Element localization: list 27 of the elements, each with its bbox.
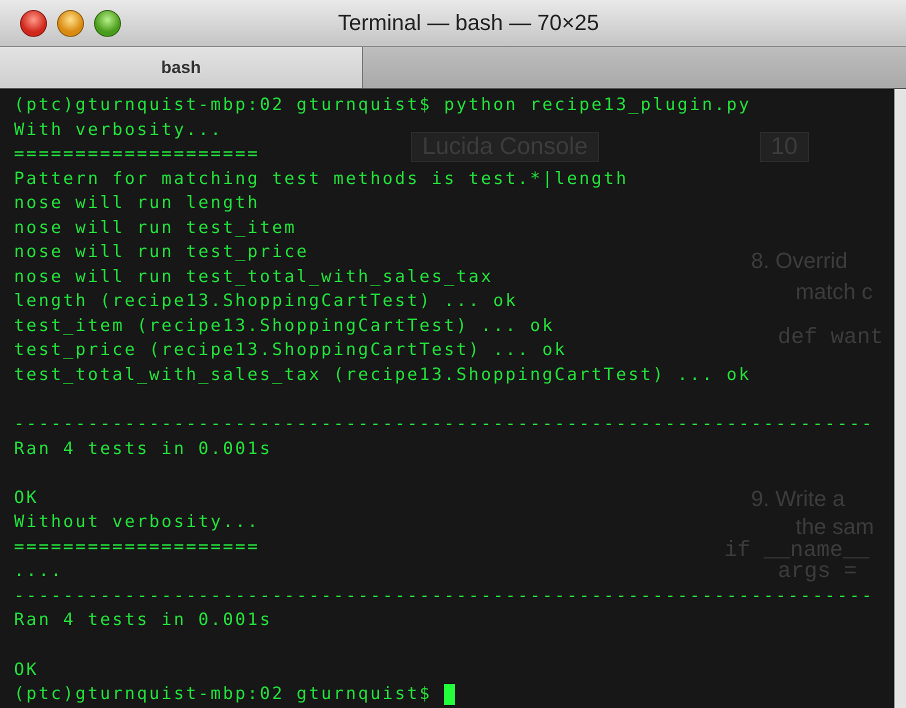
terminal-output-line: nose will run test_item	[14, 216, 297, 240]
zoom-button[interactable]	[94, 10, 121, 36]
terminal-output-line: nose will run test_price	[14, 241, 309, 264]
terminal-output-line: ====================	[14, 143, 260, 166]
terminal-output-line: test_item (recipe13.ShoppingCartTest) ... ok	[14, 314, 555, 338]
terminal-output-line: OK	[14, 486, 39, 510]
terminal-output-line: OK	[14, 658, 39, 682]
terminal-output-line: Ran 4 tests in 0.001s	[14, 438, 272, 461]
terminal-output-line: test_price (recipe13.ShoppingCartTest) ... ok	[14, 339, 567, 362]
terminal-output-line: length (recipe13.ShoppingCartTest) ... ok	[14, 290, 518, 314]
terminal-output-line: With verbosity...	[14, 118, 223, 142]
terminal-output-line: Ran 4 tests in 0.001s	[14, 609, 272, 632]
terminal-output-line: Pattern for matching test methods is test.*|length	[14, 168, 628, 191]
terminal-output-line: nose will run test_total_with_sales_tax	[14, 266, 494, 289]
terminal-output-line: ----------------------------------------------------------------------	[14, 413, 874, 436]
terminal-output-line: ....	[14, 560, 64, 584]
window-title: Terminal — bash — 70×25	[336, 10, 600, 36]
terminal-output-line: (ptc)gturnquist-mbp:02 gturnquist$	[14, 683, 433, 706]
terminal-output-line: (ptc)gturnquist-mbp:02 gturnquist$ python recipe13_plugin.py	[14, 94, 752, 117]
terminal-output-line: ====================	[14, 536, 260, 559]
terminal-tab[interactable]: bash	[0, 47, 363, 88]
close-button[interactable]	[20, 10, 47, 36]
terminal-output-line: nose will run length	[14, 192, 260, 216]
terminal-output-line: ----------------------------------------------------------------------	[14, 584, 874, 608]
terminal-output-line: test_total_with_sales_tax (recipe13.ShoppingCartTest) ... ok	[14, 364, 752, 388]
terminal-output-line: Without verbosity...	[14, 511, 260, 534]
minimize-button[interactable]	[57, 10, 84, 36]
